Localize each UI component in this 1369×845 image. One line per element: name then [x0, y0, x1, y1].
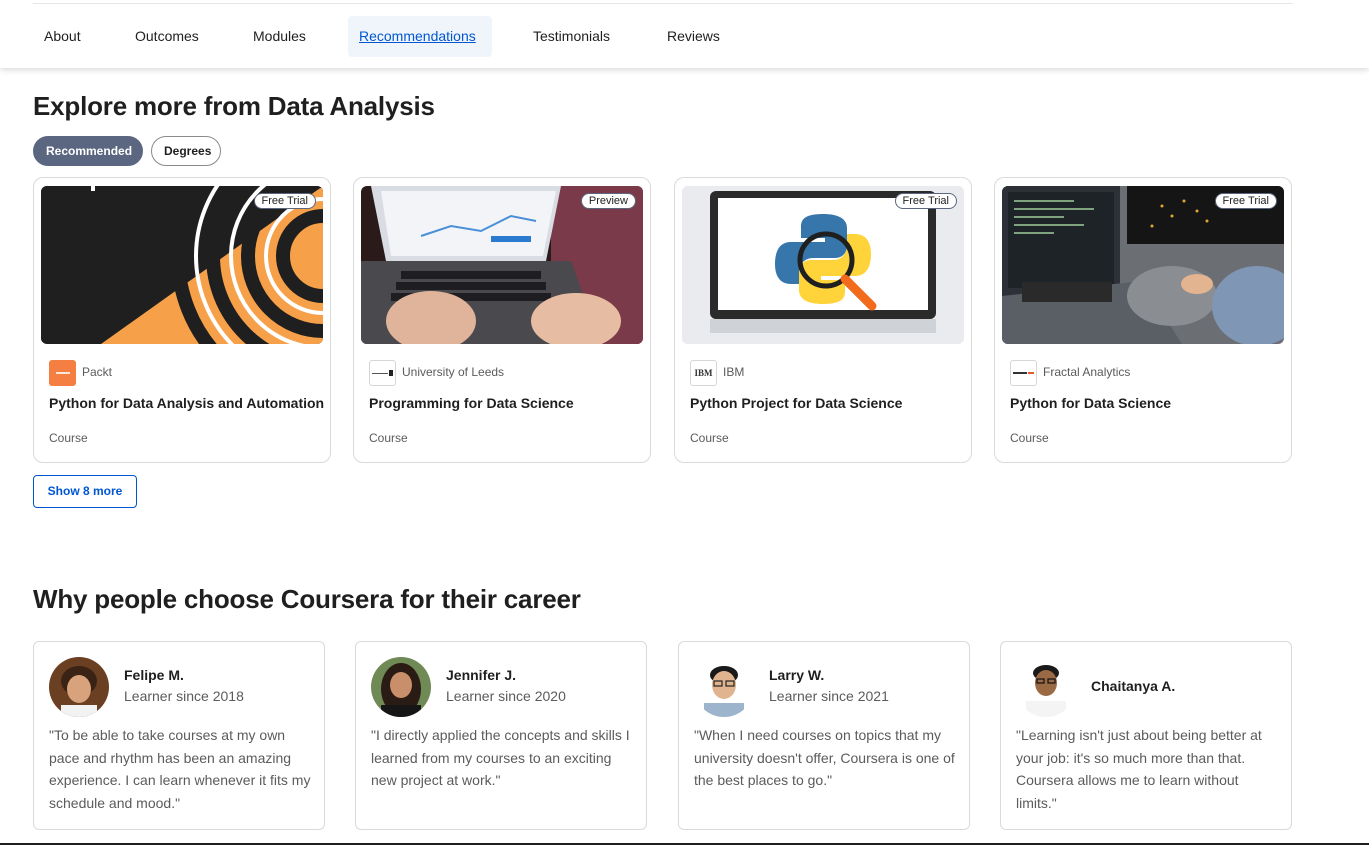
- course-title[interactable]: Programming for Data Science: [369, 395, 574, 411]
- learner-since: Learner since 2018: [124, 688, 244, 704]
- course-card[interactable]: Preview University of Leeds Programming …: [353, 177, 651, 463]
- avatar: [371, 657, 431, 717]
- tab-testimonials[interactable]: Testimonials: [522, 16, 621, 57]
- testimonial-quote: "To be able to take courses at my own pa…: [49, 727, 311, 811]
- partner-name: University of Leeds: [402, 365, 505, 379]
- testimonial-name: Chaitanya A.: [1091, 678, 1176, 694]
- filter-recommended[interactable]: Recommended: [33, 136, 143, 166]
- testimonial-card: Chaitanya A. "Learning isn't just about …: [1000, 641, 1292, 830]
- free-trial-badge: Free Trial: [894, 193, 957, 209]
- tab-about[interactable]: About: [33, 16, 92, 57]
- testimonial-card: Larry W. Learner since 2021 "When I need…: [678, 641, 970, 830]
- course-title[interactable]: Python for Data Analysis and Automation: [49, 395, 324, 411]
- partner-name: Fractal Analytics: [1043, 365, 1131, 379]
- university-of-leeds-logo-icon: [369, 360, 396, 386]
- partner-name: IBM: [723, 365, 745, 379]
- testimonial-quote: "When I need courses on topics that my u…: [694, 727, 955, 788]
- course-type: Course: [49, 431, 88, 445]
- avatar: [49, 657, 109, 717]
- testimonial-name: Larry W.: [769, 667, 825, 683]
- free-trial-badge: Free Trial: [1214, 193, 1277, 209]
- filter-degrees[interactable]: Degrees: [151, 136, 221, 166]
- course-title[interactable]: Python for Data Science: [1010, 395, 1171, 411]
- divider: [33, 3, 1293, 4]
- course-type: Course: [369, 431, 408, 445]
- avatar: [1016, 657, 1076, 717]
- preview-badge: Preview: [580, 193, 636, 209]
- explore-title: Explore more from Data Analysis: [33, 91, 435, 121]
- fractal-analytics-logo-icon: [1010, 360, 1037, 386]
- course-image: Preview: [361, 186, 643, 344]
- tab-recommendations[interactable]: Recommendations: [348, 16, 492, 57]
- learner-since: Learner since 2021: [769, 688, 889, 704]
- why-title: Why people choose Coursera for their car…: [33, 584, 581, 614]
- course-title[interactable]: Python Project for Data Science: [690, 395, 902, 411]
- tab-outcomes[interactable]: Outcomes: [124, 16, 210, 57]
- course-type: Course: [690, 431, 729, 445]
- free-trial-badge: Free Trial: [253, 193, 316, 209]
- testimonial-name: Felipe M.: [124, 667, 184, 683]
- course-card[interactable]: Free Trial Packt Python for Data Analysi…: [33, 177, 331, 463]
- course-type: Course: [1010, 431, 1049, 445]
- course-image: Free Trial: [1002, 186, 1284, 344]
- packt-logo-icon: [49, 360, 76, 386]
- testimonial-name: Jennifer J.: [446, 667, 517, 683]
- testimonial-card: Felipe M. Learner since 2018 "To be able…: [33, 641, 325, 830]
- course-image: Free Trial: [41, 186, 323, 344]
- avatar: [694, 657, 754, 717]
- testimonial-card: Jennifer J. Learner since 2020 "I direct…: [355, 641, 647, 830]
- partner-name: Packt: [82, 365, 113, 379]
- testimonial-quote: "I directly applied the concepts and ski…: [371, 727, 630, 788]
- section-nav: About Outcomes Modules Recommendations T…: [0, 0, 1369, 68]
- show-more-button[interactable]: Show 8 more: [33, 475, 137, 508]
- course-image: Free Trial: [682, 186, 964, 344]
- tab-reviews[interactable]: Reviews: [656, 16, 731, 57]
- tab-modules[interactable]: Modules: [242, 16, 317, 57]
- testimonial-quote: "Learning isn't just about being better …: [1016, 727, 1262, 811]
- ibm-logo-icon: IBM: [690, 360, 717, 386]
- learner-since: Learner since 2020: [446, 688, 566, 704]
- course-card[interactable]: Free Trial IBM IBM Python Project for Da…: [674, 177, 972, 463]
- course-card[interactable]: Free Trial Fractal Analytics Python for …: [994, 177, 1292, 463]
